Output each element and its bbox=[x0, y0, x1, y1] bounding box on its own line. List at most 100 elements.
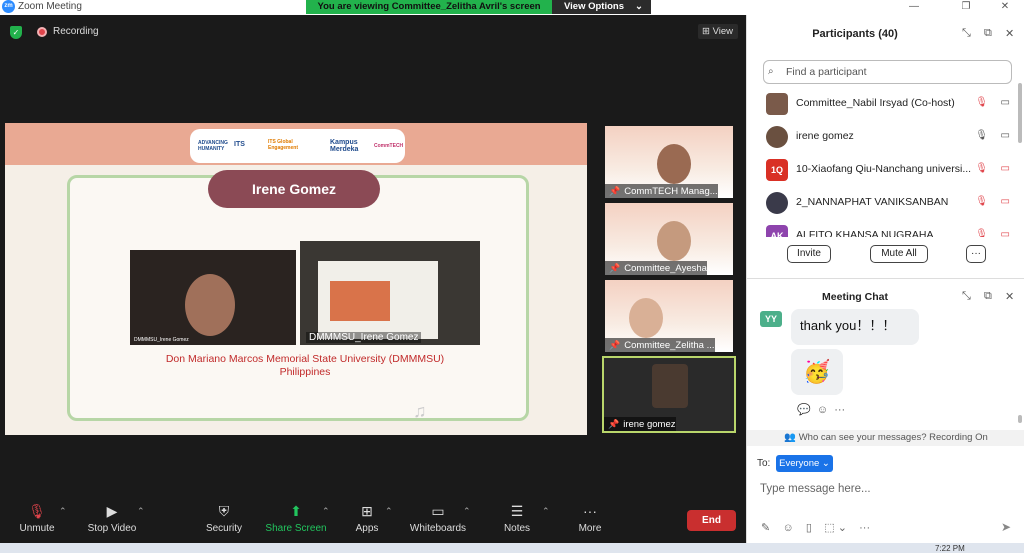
participant-row[interactable]: 1Q 10-Xiaofang Qiu-Nanchang universi... … bbox=[763, 153, 1018, 186]
end-meeting-button[interactable]: End bbox=[687, 510, 736, 531]
video-camera-icon[interactable]: ▭ bbox=[1001, 97, 1010, 108]
video-off-icon[interactable]: ▭ bbox=[1001, 229, 1010, 237]
mic-icon[interactable]: 🎙 bbox=[975, 130, 988, 141]
recipient-dropdown[interactable]: Everyone ⌄ bbox=[776, 455, 833, 472]
chevron-up-icon[interactable]: ⌃ bbox=[137, 506, 145, 517]
file-icon[interactable]: ▯ bbox=[806, 522, 812, 534]
more-icon[interactable]: ··· bbox=[834, 404, 845, 416]
notes-label: Notes bbox=[503, 523, 531, 534]
minimize-button[interactable]: — bbox=[899, 0, 929, 14]
participant-row[interactable]: AK ALFITO KHANSA NUGRAHA 🎙 ▭ bbox=[763, 219, 1018, 237]
chevron-up-icon[interactable]: ⌃ bbox=[463, 506, 471, 517]
share-screen-button[interactable]: ⬆ Share Screen bbox=[265, 502, 327, 534]
video-thumbnail-active-speaker[interactable]: 📌 irene gomez bbox=[602, 356, 736, 433]
artwork-image bbox=[330, 281, 390, 321]
privacy-notice[interactable]: 👥 Who can see your messages? Recording O… bbox=[747, 430, 1024, 446]
apps-button[interactable]: ⊞ Apps bbox=[352, 502, 382, 534]
mic-muted-icon[interactable]: 🎙 bbox=[975, 229, 988, 237]
security-button[interactable]: ⛨ Security bbox=[203, 502, 245, 534]
avatar bbox=[766, 93, 788, 115]
participant-search-input[interactable]: Find a participant bbox=[763, 60, 1012, 84]
view-button[interactable]: ⊞ View bbox=[698, 24, 738, 39]
logo-strip: ADVANCING HUMANITY ITS ITS Global Engage… bbox=[190, 129, 405, 163]
chat-scrollbar[interactable] bbox=[1018, 415, 1022, 423]
participant-face bbox=[652, 364, 688, 408]
emoji-icon[interactable]: ☺ bbox=[782, 522, 793, 534]
university-country: Philippines bbox=[279, 366, 331, 378]
more-icon[interactable]: ··· bbox=[859, 522, 870, 534]
video-camera-icon[interactable]: ▭ bbox=[1001, 130, 1010, 141]
recipient-label: Everyone bbox=[779, 458, 820, 469]
close-button[interactable]: ✕ bbox=[990, 0, 1020, 14]
video-thumbnail[interactable]: 📌 Committee_Ayesha bbox=[605, 203, 733, 275]
view-options-button[interactable]: View Options ⌄ bbox=[552, 0, 651, 14]
party-emoji-icon: 🥳 bbox=[791, 349, 843, 395]
participant-face bbox=[629, 298, 663, 338]
unmute-label: Unmute bbox=[19, 523, 55, 534]
notes-button[interactable]: ☰ Notes bbox=[501, 502, 533, 534]
pin-icon: 📌 bbox=[609, 263, 621, 273]
more-button[interactable]: ··· More bbox=[575, 502, 605, 534]
more-icon: ··· bbox=[583, 503, 597, 519]
add-reaction-icon[interactable]: ☺ bbox=[817, 404, 828, 416]
security-label: Security bbox=[205, 523, 243, 534]
participant-row[interactable]: 2_NANNAPHAT VANIKSANBAN 🎙 ▭ bbox=[763, 186, 1018, 219]
zoom-logo-icon: zm bbox=[2, 0, 15, 13]
participant-actions: Invite Mute All ··· bbox=[747, 245, 1024, 271]
pop-out-icon[interactable]: ⧉ bbox=[984, 290, 992, 303]
video-a-label: DMMMSU_Irene Gomez bbox=[134, 337, 189, 343]
recording-label[interactable]: Recording bbox=[53, 26, 99, 37]
chevron-up-icon[interactable]: ⌃ bbox=[385, 506, 393, 517]
participants-title: Participants (40) bbox=[812, 28, 898, 40]
logo-commtech: CommTECH bbox=[374, 143, 404, 149]
chat-tools: ✎ ☺ ▯ ⬚ ⌄ ··· bbox=[761, 521, 870, 534]
apps-icon: ⊞ bbox=[361, 503, 373, 519]
invite-button[interactable]: Invite bbox=[787, 245, 831, 263]
video-thumbnail[interactable]: 📌 CommTECH Manag... bbox=[605, 126, 733, 198]
reply-icon[interactable]: 💬 bbox=[797, 404, 811, 416]
mute-all-button[interactable]: Mute All bbox=[870, 245, 928, 263]
close-icon[interactable]: ✕ bbox=[1005, 290, 1014, 303]
chat-input[interactable]: Type message here... bbox=[760, 483, 871, 495]
avatar bbox=[766, 192, 788, 214]
whiteboards-button[interactable]: ▭ Whiteboards bbox=[406, 502, 470, 534]
collapse-icon[interactable]: ⤡ bbox=[962, 290, 971, 303]
pop-out-icon[interactable]: ⧉ bbox=[984, 27, 992, 40]
chevron-down-icon[interactable]: ⌄ bbox=[838, 522, 847, 534]
stop-video-button[interactable]: ▶ Stop Video bbox=[84, 502, 140, 534]
participant-row[interactable]: irene gomez 🎙 ▭ bbox=[763, 120, 1018, 153]
chevron-up-icon[interactable]: ⌃ bbox=[322, 506, 330, 517]
video-thumbnail[interactable]: 📌 Committee_Zelitha ... bbox=[605, 280, 733, 352]
format-icon[interactable]: ✎ bbox=[761, 522, 770, 534]
avatar bbox=[766, 126, 788, 148]
side-panel: Participants (40) ⤡ ⧉ ✕ Find a participa… bbox=[746, 15, 1024, 543]
mic-muted-icon[interactable]: 🎙 bbox=[975, 97, 988, 108]
mic-muted-icon[interactable]: 🎙 bbox=[975, 196, 988, 207]
encryption-shield-icon[interactable]: ✓ bbox=[10, 26, 22, 39]
thumbnail-name: 📌 irene gomez bbox=[604, 417, 676, 431]
chevron-up-icon[interactable]: ⌃ bbox=[542, 506, 550, 517]
participant-row[interactable]: Committee_Nabil Irsyad (Co-host) 🎙 ▭ bbox=[763, 87, 1018, 120]
mic-muted-icon: 🎙 bbox=[28, 503, 46, 519]
chat-title: Meeting Chat bbox=[822, 291, 888, 303]
mic-muted-icon[interactable]: 🎙 bbox=[975, 163, 988, 174]
pin-icon: 📌 bbox=[609, 186, 621, 196]
title-bar: zm Zoom Meeting You are viewing Committe… bbox=[0, 0, 1024, 15]
university-caption: Don Mariano Marcos Memorial State Univer… bbox=[105, 353, 505, 379]
presenter-name-pill: Irene Gomez bbox=[208, 170, 380, 208]
video-b-label: DMMMSU_Irene Gomez bbox=[306, 332, 422, 343]
chevron-up-icon[interactable]: ⌃ bbox=[59, 506, 67, 517]
music-notes-icon: ♫ bbox=[413, 401, 427, 421]
participants-scrollbar[interactable] bbox=[1018, 83, 1022, 143]
restore-button[interactable]: ❐ bbox=[951, 0, 981, 14]
video-off-icon[interactable]: ▭ bbox=[1001, 196, 1010, 207]
video-off-icon[interactable]: ▭ bbox=[1001, 163, 1010, 174]
university-name: Don Mariano Marcos Memorial State Univer… bbox=[165, 353, 445, 365]
unmute-button[interactable]: 🎙 Unmute bbox=[16, 502, 58, 534]
screenshot-icon[interactable]: ⬚ bbox=[824, 522, 834, 534]
send-icon[interactable]: ➤ bbox=[1001, 520, 1011, 534]
close-icon[interactable]: ✕ bbox=[1005, 27, 1014, 40]
collapse-icon[interactable]: ⤡ bbox=[962, 27, 971, 40]
thumbnail-name-text: irene gomez bbox=[623, 419, 676, 430]
more-options-button[interactable]: ··· bbox=[966, 245, 986, 263]
